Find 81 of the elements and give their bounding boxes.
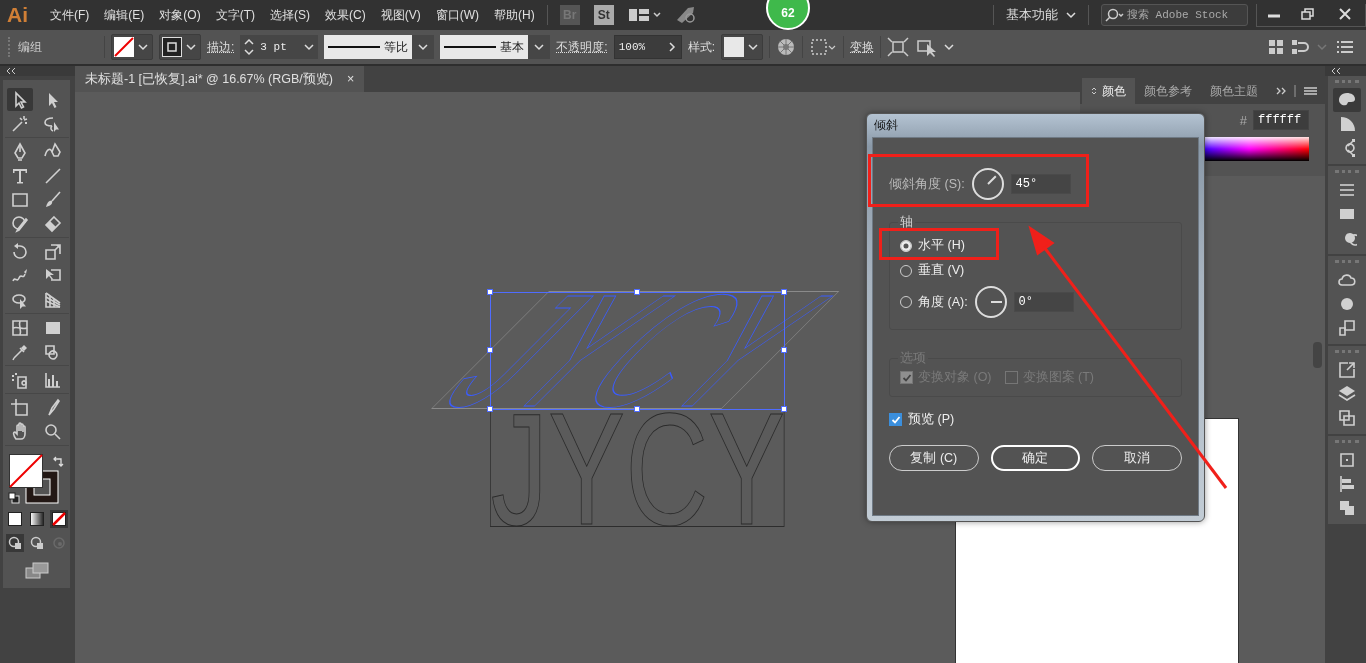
search-field[interactable]: 搜索 Adobe Stock — [1101, 4, 1248, 26]
collapse-icon[interactable] — [1331, 68, 1341, 74]
menu-item[interactable]: 视图(V) — [380, 6, 421, 24]
dialog-button[interactable]: 复制 (C) — [889, 445, 979, 471]
search-icon — [1105, 8, 1125, 22]
stroke-dropdown[interactable] — [159, 34, 201, 60]
hex-label: # — [1239, 112, 1247, 128]
chevron-down-icon[interactable] — [418, 43, 429, 51]
panel-tab[interactable]: 颜色 — [1082, 78, 1135, 104]
menu-item[interactable]: 对象(O) — [159, 6, 201, 24]
panel-tab[interactable]: 颜色参考 — [1135, 78, 1201, 104]
slashed-swatch-icon — [114, 37, 134, 57]
menu-item[interactable]: 帮助(H) — [494, 6, 535, 24]
menu-icon[interactable] — [1336, 40, 1354, 54]
skew-angle-label: 倾斜角度 (S): — [889, 175, 965, 193]
recolor-icon[interactable] — [776, 37, 797, 57]
chevron-down-icon[interactable] — [186, 43, 196, 51]
swap-icon[interactable] — [51, 456, 64, 468]
angle-dial[interactable] — [973, 285, 1008, 319]
isolate-icon[interactable] — [887, 37, 910, 57]
style-label: 样式: — [687, 38, 716, 56]
dialog-title: 倾斜 — [873, 117, 898, 134]
selection-label: 编组 — [18, 38, 43, 56]
align-icon[interactable] — [1290, 38, 1330, 56]
stroke-weight-field[interactable]: 3 pt — [240, 35, 319, 59]
chevron-down-icon[interactable] — [1066, 11, 1076, 19]
fill-swatch[interactable] — [8, 454, 43, 488]
opacity-field[interactable]: 100% — [613, 35, 682, 59]
fill-dropdown[interactable] — [111, 34, 153, 60]
variable-width-dropdown[interactable]: 等比 — [324, 35, 435, 59]
workspace-switcher[interactable]: 基本功能 — [1006, 6, 1076, 24]
radio-button[interactable] — [900, 239, 912, 252]
arrange-icon[interactable] — [1268, 39, 1284, 55]
menu-item[interactable]: 效果(C) — [325, 6, 366, 24]
app-logo: Ai — [6, 3, 29, 27]
menu-item[interactable]: 窗口(W) — [435, 6, 479, 24]
skew-angle-field[interactable]: 45° — [1010, 174, 1071, 194]
stock-button[interactable]: St — [593, 5, 614, 25]
opacity-link[interactable]: 不透明度: — [556, 38, 608, 56]
menu-item[interactable]: 文件(F) — [50, 6, 90, 24]
stroke-link[interactable]: 描边: — [207, 38, 235, 56]
radio-label[interactable]: 水平 (H) — [918, 237, 965, 254]
checkbox[interactable] — [889, 413, 902, 426]
collapse-icon[interactable] — [6, 68, 16, 74]
document-tab[interactable]: 未标题-1 [已恢复].ai* @ 16.67% (RGB/预览) × — [75, 66, 365, 92]
layout-icon[interactable] — [627, 7, 662, 23]
style-dropdown[interactable] — [721, 34, 764, 60]
radio-label[interactable]: 角度 (A): — [918, 293, 968, 311]
brush-dropdown[interactable]: 基本 — [440, 35, 551, 59]
menu-item[interactable]: 编辑(E) — [104, 6, 145, 24]
transform-link[interactable]: 变换 — [850, 38, 875, 56]
radio-button[interactable] — [900, 296, 912, 308]
chevron-right-icon[interactable] — [666, 41, 677, 53]
chevron-down-icon[interactable] — [748, 43, 759, 51]
menu-item[interactable]: 选择(S) — [270, 6, 310, 24]
checkbox-label[interactable]: 预览 (P) — [908, 411, 955, 428]
dialog-button[interactable]: 取消 — [1092, 445, 1182, 471]
panel-tab[interactable]: 颜色主题 — [1201, 78, 1267, 104]
angle-dial[interactable] — [970, 167, 1005, 201]
chevron-down-icon[interactable] — [138, 43, 148, 51]
none-mode-icon[interactable] — [49, 510, 68, 528]
chevron-down-icon[interactable] — [304, 43, 315, 51]
radio-label[interactable]: 垂直 (V) — [918, 262, 965, 279]
group-title: 轴 — [899, 214, 914, 231]
palette-icon[interactable] — [1333, 88, 1361, 112]
align-to-icon[interactable] — [809, 37, 838, 57]
hex-field[interactable]: ffffff — [1253, 110, 1309, 130]
screen-mode-icon[interactable] — [24, 562, 49, 580]
draw-normal-icon[interactable] — [5, 534, 24, 552]
up-down-icon[interactable] — [1091, 86, 1097, 96]
stepper-arrows-icon[interactable] — [244, 37, 255, 57]
default-colors-icon[interactable] — [7, 492, 20, 504]
swatch-icon — [724, 37, 745, 57]
menu-item[interactable]: 文字(T) — [215, 6, 255, 24]
gradient-mode-icon[interactable] — [27, 510, 46, 528]
radio-button[interactable] — [900, 264, 912, 277]
chevron-down-icon[interactable] — [534, 43, 545, 51]
stroke-swatch-icon — [162, 37, 182, 57]
angle-field[interactable]: 0° — [1013, 292, 1074, 312]
dialog-button[interactable]: 确定 — [990, 445, 1081, 471]
color-mode-icon[interactable] — [5, 510, 24, 528]
